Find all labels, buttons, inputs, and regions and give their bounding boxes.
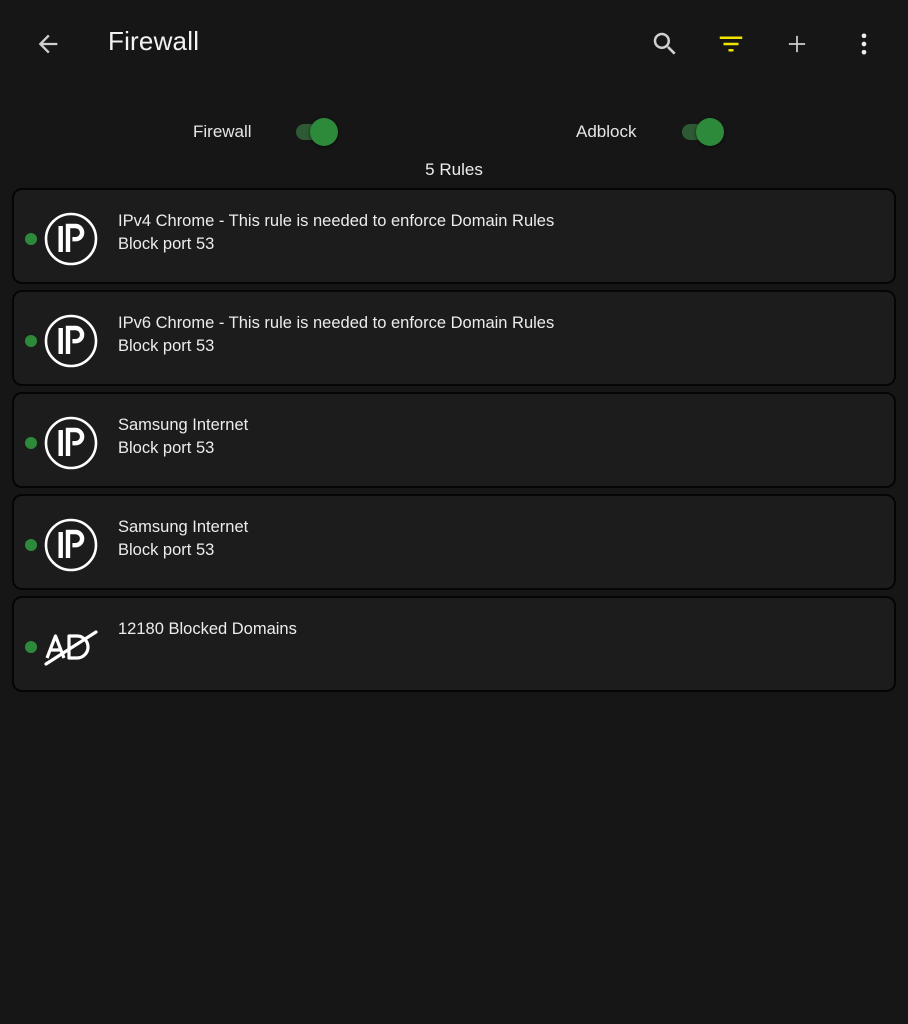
rule-title: Samsung Internet bbox=[118, 416, 249, 434]
rule-list: IPv4 Chrome - This rule is needed to enf… bbox=[12, 188, 896, 698]
firewall-toggle[interactable] bbox=[294, 118, 340, 146]
rule-text: IPv4 Chrome - This rule is needed to enf… bbox=[118, 210, 554, 256]
status-dot bbox=[25, 539, 37, 551]
arrow-back-icon bbox=[38, 34, 58, 54]
ip-rule-icon bbox=[44, 314, 98, 368]
more-vert-icon bbox=[861, 33, 867, 55]
status-dot bbox=[25, 233, 37, 245]
page-title: Firewall bbox=[108, 26, 200, 56]
rule-card[interactable]: 12180 Blocked Domains bbox=[12, 596, 896, 692]
switch-thumb bbox=[696, 118, 724, 146]
rule-text: 12180 Blocked Domains bbox=[118, 618, 297, 641]
adblock-rule-icon bbox=[44, 630, 98, 666]
rule-subtitle: Block port 53 bbox=[118, 541, 215, 559]
rule-title: IPv4 Chrome - This rule is needed to enf… bbox=[118, 212, 555, 230]
firewall-toggle-label: Firewall bbox=[193, 122, 252, 141]
rule-subtitle: Block port 53 bbox=[118, 337, 215, 355]
filter-button[interactable] bbox=[709, 22, 753, 66]
rule-subtitle: Block port 53 bbox=[118, 439, 215, 457]
rule-card[interactable]: IPv6 Chrome - This rule is needed to enf… bbox=[12, 290, 896, 386]
rules-count: 5 Rules bbox=[425, 160, 483, 179]
switch-thumb bbox=[310, 118, 338, 146]
rule-text: IPv6 Chrome - This rule is needed to enf… bbox=[118, 312, 554, 358]
rule-text: Samsung Internet Block port 53 bbox=[118, 516, 248, 562]
search-button[interactable] bbox=[643, 22, 687, 66]
filter-icon bbox=[719, 36, 743, 52]
ip-rule-icon bbox=[44, 518, 98, 572]
rule-title: Samsung Internet bbox=[118, 518, 249, 536]
rule-card[interactable]: Samsung Internet Block port 53 bbox=[12, 494, 896, 590]
toggles-row: Firewall Adblock bbox=[0, 108, 908, 156]
add-button[interactable] bbox=[775, 22, 819, 66]
rule-text: Samsung Internet Block port 53 bbox=[118, 414, 248, 460]
adblock-toggle-label: Adblock bbox=[576, 122, 637, 141]
rule-subtitle: Block port 53 bbox=[118, 235, 215, 253]
adblock-toggle[interactable] bbox=[680, 118, 726, 146]
search-icon bbox=[653, 32, 676, 55]
rule-card[interactable]: Samsung Internet Block port 53 bbox=[12, 392, 896, 488]
back-button[interactable] bbox=[26, 22, 70, 66]
add-icon bbox=[788, 35, 806, 53]
top-app-bar: Firewall bbox=[0, 0, 908, 88]
status-dot bbox=[25, 335, 37, 347]
rule-title: IPv6 Chrome - This rule is needed to enf… bbox=[118, 314, 555, 332]
ip-rule-icon bbox=[44, 416, 98, 470]
status-dot bbox=[25, 641, 37, 653]
status-dot bbox=[25, 437, 37, 449]
ip-rule-icon bbox=[44, 212, 98, 266]
rule-card[interactable]: IPv4 Chrome - This rule is needed to enf… bbox=[12, 188, 896, 284]
rule-title: 12180 Blocked Domains bbox=[118, 620, 297, 638]
more-options-button[interactable] bbox=[842, 22, 886, 66]
